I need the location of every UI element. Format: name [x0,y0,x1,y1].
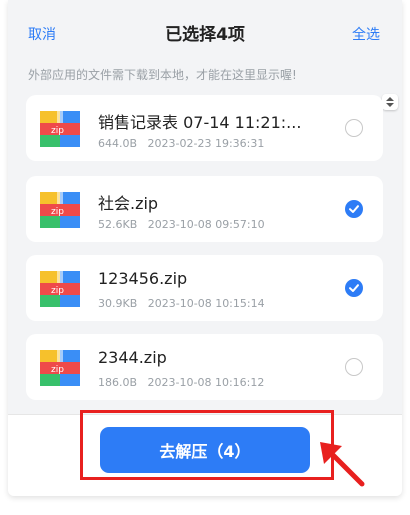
file-date: 2023-02-23 19:36:31 [147,137,265,150]
up-down-arrows-icon [386,97,394,107]
zip-file-icon: zip [40,111,80,147]
select-all-button[interactable]: 全选 [352,24,380,44]
file-list-item[interactable]: zip 123456.zip 30.9KB 2023-10-08 10:15:14 [26,255,383,321]
file-date: 2023-10-08 10:16:12 [147,376,265,389]
file-date: 2023-10-08 10:15:14 [147,297,265,310]
checkbox-unchecked[interactable] [345,358,363,376]
checkbox-checked[interactable] [345,279,363,297]
notice-text: 外部应用的文件需下载到本地，才能在这里显示喔! [28,68,297,82]
file-date: 2023-10-08 09:57:10 [147,218,265,231]
scroll-toggle-button[interactable] [382,94,398,110]
zip-file-icon: zip [40,192,80,228]
zip-file-icon: zip [40,350,80,386]
checkbox-checked[interactable] [345,200,363,218]
page-title: 已选择4项 [165,25,245,45]
zip-icon-label: zip [51,207,64,217]
file-list-item[interactable]: zip 社会.zip 52.6KB 2023-10-08 09:57:10 [26,176,383,242]
zip-file-icon: zip [40,271,80,307]
file-list-item[interactable]: zip 2344.zip 186.0B 2023-10-08 10:16:12 [26,334,383,400]
file-meta: 186.0B 2023-10-08 10:16:12 [98,376,264,389]
annotation-arrow-icon [320,442,365,487]
file-size: 30.9KB [98,297,138,310]
file-name: 2344.zip [98,348,167,367]
file-size: 186.0B [98,376,138,389]
header: 取消 已选择4项 全选 [8,0,402,60]
zip-icon-label: zip [51,286,64,296]
file-name: 销售记录表 07-14 11:21:... [98,113,302,132]
annotation-highlight-box [80,410,334,480]
file-list-item[interactable]: zip 销售记录表 07-14 11:21:... 644.0B 2023-02-2… [26,95,383,161]
checkmark-icon [349,205,359,213]
file-meta: 30.9KB 2023-10-08 10:15:14 [98,297,265,310]
file-name: 社会.zip [98,194,159,213]
file-size: 644.0B [98,137,138,150]
checkmark-icon [349,284,359,292]
zip-icon-label: zip [51,126,64,136]
file-size: 52.6KB [98,218,138,231]
zip-icon-label: zip [51,365,64,375]
checkbox-unchecked[interactable] [345,119,363,137]
file-name: 123456.zip [98,269,188,288]
file-meta: 52.6KB 2023-10-08 09:57:10 [98,218,265,231]
file-meta: 644.0B 2023-02-23 19:36:31 [98,137,264,150]
